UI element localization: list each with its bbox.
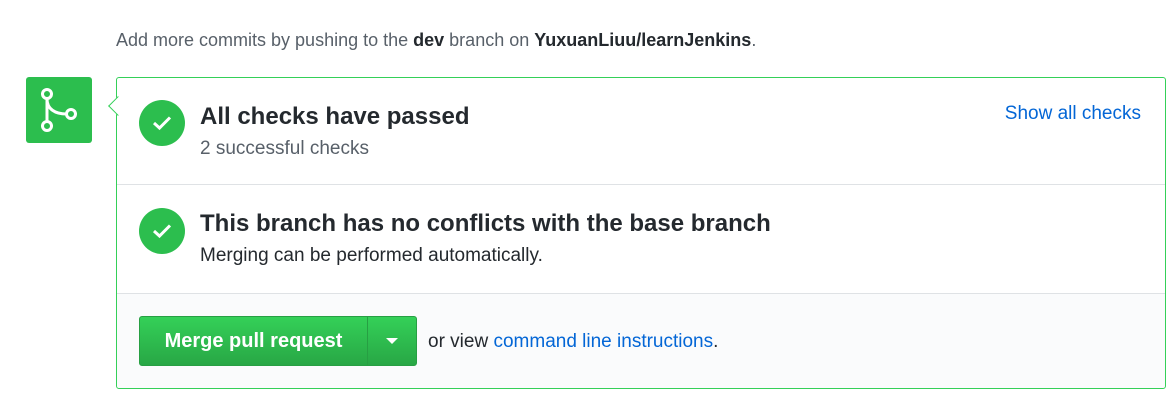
merge-actions: Merge pull request or view command line … [117,294,1165,388]
merge-options-dropdown-button[interactable] [368,317,416,365]
conflicts-section: This branch has no conflicts with the ba… [117,185,1165,294]
repo-name: YuxuanLiuu/learnJenkins [534,30,752,50]
merge-status-box: All checks have passed 2 successful chec… [116,77,1166,389]
check-icon [139,100,185,146]
alt-suffix: . [713,331,719,352]
git-merge-icon-svg [41,88,77,132]
command-line-instructions-link[interactable]: command line instructions [493,331,713,352]
show-all-checks-link[interactable]: Show all checks [1005,102,1141,126]
push-hint: Add more commits by pushing to the dev b… [116,28,756,52]
merge-button-group: Merge pull request [139,316,417,366]
branch-name: dev [413,30,445,50]
merge-pull-request-button[interactable]: Merge pull request [140,317,368,365]
conflicts-title: This branch has no conflicts with the ba… [200,210,771,237]
git-merge-icon [26,77,92,143]
alt-prefix: or view [428,331,494,352]
checks-title: All checks have passed [200,103,470,130]
conflicts-subtitle: Merging can be performed automatically. [200,245,543,266]
triangle-down-icon [386,338,398,344]
check-icon [139,208,185,254]
hint-prefix: Add more commits by pushing to the [116,30,414,50]
checks-section: All checks have passed 2 successful chec… [117,78,1165,185]
command-line-hint: or view command line instructions. [428,330,718,354]
checks-subtitle: 2 successful checks [200,138,369,159]
hint-suffix: . [751,30,757,50]
timeline-pointer [104,96,124,116]
hint-middle: branch on [444,30,535,50]
